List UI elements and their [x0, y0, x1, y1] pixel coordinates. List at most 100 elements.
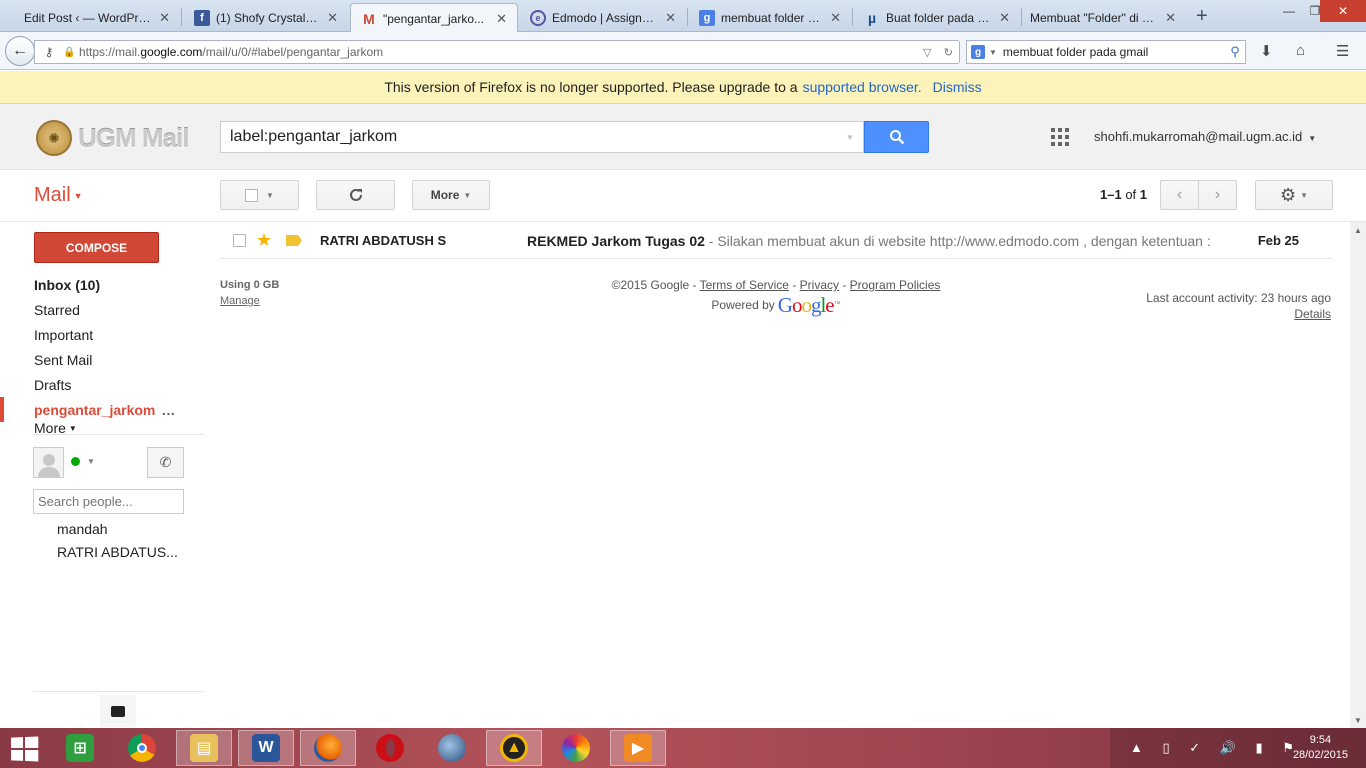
nav-item-inbox[interactable]: Inbox (10) [0, 272, 203, 297]
tab-close-icon[interactable]: ✕ [1165, 10, 1176, 26]
mail-search-button[interactable] [864, 121, 929, 153]
older-button[interactable]: › [1198, 180, 1237, 210]
taskbar-network[interactable] [424, 730, 480, 766]
activity-details-link[interactable]: Details [1294, 307, 1331, 321]
scroll-up-icon[interactable]: ▲ [1350, 222, 1366, 238]
nav-item-sent-mail[interactable]: Sent Mail [0, 347, 203, 372]
taskbar-store[interactable]: ⊞ [52, 730, 108, 766]
label-options-icon[interactable]: … [161, 402, 175, 418]
url-text: https://mail.google.com/mail/u/0/#label/… [79, 45, 384, 59]
nav-item-drafts[interactable]: Drafts [0, 372, 203, 397]
dropdown-arrow-icon[interactable]: ▽ [923, 46, 931, 59]
search-icon [889, 130, 904, 145]
tab-wordpress[interactable]: Edit Post ‹ — WordPress ✕ [14, 3, 180, 32]
nav-item-starred[interactable]: Starred [0, 297, 203, 322]
tab-close-icon[interactable]: ✕ [999, 10, 1010, 26]
program-policies-link[interactable]: Program Policies [850, 278, 941, 292]
mail-app-switcher[interactable]: Mail ▼ [34, 184, 83, 207]
storage-usage: Using 0 GB [220, 279, 280, 291]
mail-label: Mail [34, 184, 71, 206]
chevron-down-icon: ▼ [1308, 134, 1317, 143]
tab-close-icon[interactable]: ✕ [665, 10, 676, 26]
settings-button[interactable]: ⚙ ▼ [1255, 180, 1333, 210]
tab-google-search[interactable]: g membuat folder p... ✕ [689, 3, 851, 32]
nav-item-important[interactable]: Important [0, 322, 203, 347]
search-icon[interactable]: ⚲ [1225, 44, 1245, 60]
tab-gmail[interactable]: M "pengantar_jarko... ✕ [350, 3, 518, 33]
taskbar-photos[interactable] [548, 730, 604, 766]
ugm-mail-logo[interactable]: ✺ UGM Mail [36, 120, 189, 156]
message-subject: REKMED Jarkom Tugas 02 [527, 233, 705, 249]
tab-close-icon[interactable]: ✕ [159, 10, 170, 26]
contact-item[interactable]: mandah [57, 521, 108, 537]
home-icon[interactable]: ⌂ [1296, 42, 1305, 59]
tab-close-icon[interactable]: ✕ [830, 10, 841, 26]
chevron-down-icon: ▼ [463, 190, 472, 200]
phone-call-button[interactable]: ✆ [147, 447, 184, 478]
newer-button[interactable]: ‹ [1160, 180, 1199, 210]
minimize-button[interactable]: — [1276, 0, 1302, 22]
terms-link[interactable]: Terms of Service [700, 278, 789, 292]
unsupported-browser-notice: This version of Firefox is no longer sup… [0, 71, 1366, 104]
contact-item[interactable]: RATRI ABDATUS... [57, 544, 178, 560]
taskbar-firefox[interactable] [300, 730, 356, 766]
download-icon[interactable]: ⬇ [1260, 42, 1273, 60]
message-checkbox[interactable] [233, 234, 246, 247]
system-tray: ▲ ▯ ✓ 🔊 ▮ ⚑ 9:54 28/02/2015 [1110, 728, 1366, 768]
reload-icon[interactable]: ↻ [944, 46, 953, 59]
taskbar-chrome[interactable] [114, 730, 170, 766]
close-window-button[interactable]: ✕ [1320, 0, 1366, 22]
mail-search-input[interactable]: label:pengantar_jarkom ▼ [220, 121, 864, 153]
taskbar-file-explorer[interactable]: ▤ [176, 730, 232, 766]
search-options-caret-icon[interactable]: ▼ [837, 133, 863, 142]
opera-icon [376, 734, 404, 762]
chat-bubble-icon[interactable] [100, 695, 136, 727]
nav-item-pengantar-jarkom[interactable]: pengantar_jarkom… [0, 397, 203, 422]
tab-utorrent[interactable]: µ Buat folder pada G... ✕ [854, 3, 1020, 32]
dismiss-link[interactable]: Dismiss [933, 79, 982, 95]
key-icon: ⚷ [44, 45, 54, 59]
taskbar-word[interactable]: W [238, 730, 294, 766]
privacy-link[interactable]: Privacy [800, 278, 839, 292]
url-bar[interactable]: ⚷ 🔒 https://mail.google.com/mail/u/0/#la… [34, 40, 960, 64]
apps-grid-icon[interactable] [1051, 128, 1069, 146]
windows-start-icon[interactable] [11, 736, 40, 762]
refresh-button[interactable] [316, 180, 395, 210]
back-button[interactable]: ← [5, 36, 35, 66]
browser-search-bar[interactable]: g ▼ membuat folder pada gmail ⚲ [966, 40, 1246, 64]
star-icon[interactable]: ★ [256, 230, 272, 251]
clock[interactable]: 9:54 28/02/2015 [1293, 733, 1348, 763]
scroll-down-icon[interactable]: ▼ [1350, 712, 1366, 728]
supported-browser-link[interactable]: supported browser. [803, 79, 922, 95]
avatar[interactable] [33, 447, 64, 478]
compose-button[interactable]: COMPOSE [34, 232, 159, 263]
tab-edmodo[interactable]: e Edmodo | Assignm... ✕ [520, 3, 686, 32]
tab-close-icon[interactable]: ✕ [496, 11, 507, 27]
tab-membuat-folder[interactable]: Membuat "Folder" di G... ✕ [1020, 3, 1186, 32]
taskbar-app-green[interactable]: ▲ [486, 730, 542, 766]
nav-item-more[interactable]: More ▼ [0, 422, 203, 434]
menu-icon[interactable]: ☰ [1336, 42, 1349, 60]
chevron-down-icon: ▼ [266, 190, 274, 200]
importance-marker-icon[interactable] [286, 235, 302, 246]
taskbar-media[interactable]: ▶ [610, 730, 666, 766]
taskbar-opera[interactable] [362, 730, 418, 766]
search-people-input[interactable] [33, 489, 184, 514]
online-status-icon[interactable] [71, 457, 80, 466]
gmail-icon: M [363, 10, 375, 27]
tab-close-icon[interactable]: ✕ [327, 10, 338, 26]
folder-icon: ▤ [190, 734, 218, 762]
select-checkbox[interactable] [245, 188, 259, 202]
search-engine-dropdown-icon[interactable]: ▼ [989, 48, 997, 57]
account-menu[interactable]: shohfi.mukarromah@mail.ugm.ac.id ▼ [1094, 129, 1316, 144]
tab-facebook[interactable]: f (1) Shofy Crystal - ... ✕ [184, 3, 348, 32]
new-tab-button[interactable]: + [1196, 5, 1208, 28]
chevron-down-icon[interactable]: ▼ [87, 457, 95, 466]
manage-storage-link[interactable]: Manage [220, 295, 260, 307]
message-row[interactable]: ★ RATRI ABDATUSH S REKMED Jarkom Tugas 0… [220, 222, 1332, 259]
more-actions-button[interactable]: More ▼ [412, 180, 490, 210]
tray-icons[interactable]: ▲ ▯ ✓ 🔊 ▮ ⚑ [1130, 740, 1302, 756]
select-all-button[interactable]: ▼ [220, 180, 299, 210]
vertical-scrollbar[interactable]: ▲ ▼ [1350, 222, 1366, 728]
clock-time: 9:54 [1309, 734, 1332, 746]
